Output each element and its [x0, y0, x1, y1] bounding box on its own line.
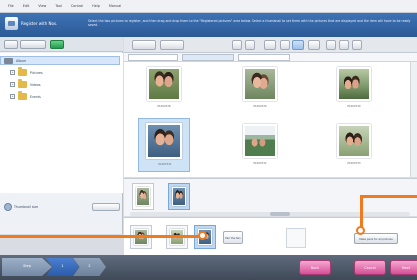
sort-icon[interactable]	[339, 40, 349, 50]
folder-tree: Album + Pictures + Videos + Events	[0, 53, 123, 193]
menu-edit[interactable]: Edit	[23, 4, 30, 8]
green-action-button[interactable]	[50, 40, 64, 49]
thumbnail-label: P1000733	[347, 162, 361, 165]
menu-manual[interactable]: Manual	[109, 4, 121, 8]
folder-view-button[interactable]	[20, 40, 46, 49]
pair-button[interactable]: Pair the two	[223, 231, 243, 244]
strip-image	[136, 187, 150, 206]
expand-icon[interactable]: +	[10, 70, 15, 75]
thumbnail-item-selected[interactable]: P1000731	[138, 118, 190, 172]
strip-scrollbar[interactable]	[130, 212, 410, 216]
menu-help[interactable]: Help	[92, 4, 100, 8]
tree-item-label: Events	[30, 94, 41, 99]
list-view-icon[interactable]	[280, 40, 290, 50]
folder-icon	[18, 67, 27, 76]
back-button[interactable]: Back	[299, 260, 331, 275]
step-bar: Step 1 2 Back Cancel Next	[0, 255, 417, 280]
callout-line-right	[360, 197, 363, 229]
thumbnail-label: P1000731	[158, 163, 172, 166]
folder-icon	[18, 79, 27, 88]
filter-icon[interactable]	[352, 40, 362, 50]
sort-file-size[interactable]	[238, 54, 290, 61]
sort-header	[124, 53, 417, 62]
step-label: Step	[2, 258, 52, 276]
expand-icon[interactable]: +	[10, 82, 15, 87]
deselect-button[interactable]	[160, 40, 184, 50]
menu-tool[interactable]: Tool	[55, 4, 62, 8]
callout-dot-left	[198, 231, 207, 240]
menu-control[interactable]: Control	[71, 4, 83, 8]
empty-pair-slot[interactable]	[286, 228, 306, 248]
select-all-button[interactable]	[132, 40, 156, 50]
thumbnail-item[interactable]: P1000730	[334, 65, 374, 113]
thumbnail-label: P1000730	[347, 105, 361, 108]
next-nav-button[interactable]: Next	[390, 260, 417, 275]
strip-item-selected[interactable]	[168, 183, 190, 210]
tree-item-album[interactable]: Album	[0, 56, 120, 65]
zoom-icon	[4, 203, 12, 211]
menu-view[interactable]: View	[38, 4, 46, 8]
thumbnail-image	[243, 124, 277, 158]
grid-scrollbar[interactable]	[410, 62, 417, 177]
app-window: File Edit View Tool Control Help Manual …	[0, 0, 417, 280]
folder-toolbar	[0, 37, 123, 52]
next-button[interactable]	[245, 40, 255, 50]
menu-file[interactable]: File	[8, 4, 14, 8]
thumbnail-size-label: Thumbnail size	[14, 205, 39, 209]
thumbnail-item[interactable]: P1000729	[240, 65, 280, 113]
folder-pane: Album + Pictures + Videos + Events Thumb…	[0, 37, 123, 234]
tree-item-events[interactable]: + Events	[10, 91, 41, 101]
prev-button[interactable]	[232, 40, 242, 50]
drive-icon	[4, 57, 13, 64]
rotate-icon[interactable]	[264, 40, 276, 50]
thumbnail-image	[337, 124, 371, 158]
thumbnail-size-control: Thumbnail size	[0, 201, 123, 213]
strip-image	[172, 187, 186, 206]
thumbnail-image	[147, 67, 181, 101]
sort-date[interactable]	[128, 54, 178, 61]
instruction-bar: Register with Nos. Select the two pictur…	[0, 13, 417, 37]
instruction-text: Select the two pictures to register, and…	[88, 19, 411, 28]
thumbnail-item[interactable]: P1000728	[144, 65, 184, 113]
tree-item-label: Videos	[30, 82, 41, 87]
folder-icon	[18, 91, 27, 100]
thumbnail-label: P1000728	[157, 105, 171, 108]
instruction-title: Register with Nos.	[21, 21, 58, 26]
back-folder-button[interactable]	[4, 40, 18, 49]
thumbnail-grid: P1000728 P1000729 P1000730 P1000731 P100…	[124, 62, 417, 177]
callout-dot-right	[356, 226, 365, 235]
expand-icon[interactable]: +	[10, 94, 15, 99]
thumbnail-size-button[interactable]	[92, 203, 120, 211]
thumbnail-image	[146, 123, 182, 159]
zoom-view-icon[interactable]	[308, 40, 320, 50]
thumbnail-image	[337, 67, 371, 101]
thumbnail-item[interactable]: P1000733	[334, 122, 374, 170]
tree-item-label: Album	[16, 58, 27, 63]
thumbnail-label: P1000729	[253, 105, 267, 108]
tree-item-pictures[interactable]: + Pictures	[10, 67, 43, 77]
thumbnail-item[interactable]: P1000732	[240, 122, 280, 170]
column-view-icon[interactable]	[326, 40, 336, 50]
callout-line-left	[0, 235, 200, 238]
callout-line-right-top	[360, 195, 417, 198]
register-icon	[5, 17, 18, 30]
step-indicator: Step 1 2	[2, 258, 106, 276]
strip-item[interactable]	[132, 183, 154, 210]
tree-item-videos[interactable]: + Videos	[10, 79, 41, 89]
cancel-button[interactable]: Cancel	[354, 260, 386, 275]
menu-bar: File Edit View Tool Control Help Manual	[0, 0, 417, 13]
thumbnail-view-icon[interactable]	[292, 40, 304, 50]
sort-date-of-shooting[interactable]	[182, 54, 234, 61]
viewer-toolbar	[124, 37, 417, 53]
thumbnail-label: P1000732	[253, 162, 267, 165]
tree-item-label: Pictures	[30, 70, 43, 75]
thumbnail-image	[243, 67, 277, 101]
